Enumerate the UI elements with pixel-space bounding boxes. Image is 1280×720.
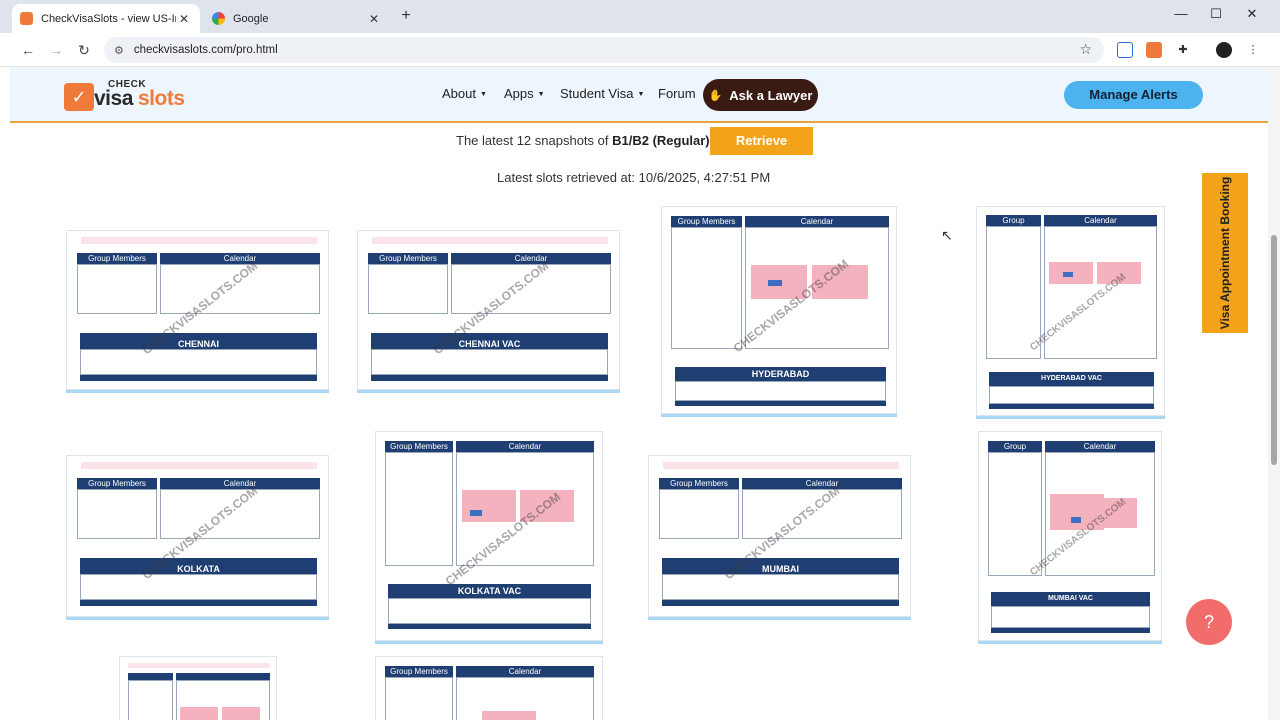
new-tab-button[interactable]: + xyxy=(396,6,416,26)
city-label: HYDERABAD xyxy=(675,367,886,381)
caret-down-icon: ▼ xyxy=(479,91,487,99)
site-logo[interactable]: ✓ CHECK visa slots xyxy=(64,79,186,113)
ask-a-lawyer-button[interactable]: ✋ Ask a Lawyer xyxy=(703,79,818,111)
calendar-header: Calendar xyxy=(745,216,889,227)
site-info-icon[interactable]: ⚙ xyxy=(114,44,124,57)
maximize-icon[interactable]: ☐ xyxy=(1201,6,1231,26)
caret-down-icon: ▼ xyxy=(537,91,545,99)
snapshot-card-partial-2[interactable]: Group Members Calendar xyxy=(375,656,603,720)
calendar-extension-icon[interactable] xyxy=(1146,42,1162,58)
snapshot-card-kolkata[interactable]: Group Members Calendar KOLKATA CHECKVISA… xyxy=(66,455,329,617)
calendar-header: Calendar xyxy=(456,441,594,452)
retrieve-button[interactable]: Retrieve xyxy=(710,127,813,155)
snapshot-heading: The latest 12 snapshots of B1/B2 (Regula… xyxy=(456,133,710,148)
calendar-header: Calendar xyxy=(1045,441,1155,452)
calendar-check-icon: ✓ xyxy=(64,83,94,111)
city-label: MUMBAI VAC xyxy=(991,592,1150,606)
back-icon[interactable]: ← xyxy=(18,40,38,60)
snapshot-card-chennai[interactable]: Group Members Calendar CHENNAI CHECKVISA… xyxy=(66,230,329,390)
window-close-icon[interactable]: ✕ xyxy=(1237,6,1267,26)
menu-kebab-icon[interactable]: ⋮ xyxy=(1245,42,1261,58)
group-members-header: Group Members xyxy=(77,478,157,489)
reload-icon[interactable]: ↻ xyxy=(74,40,94,60)
calendar-header: Calendar xyxy=(742,478,902,489)
cast-icon[interactable] xyxy=(1117,42,1133,58)
city-label: CHENNAI VAC xyxy=(371,333,608,349)
nav-about[interactable]: About ▼ xyxy=(442,86,487,101)
tab-google[interactable]: Google ✕ xyxy=(204,4,390,33)
tab-title: CheckVisaSlots - view US-India xyxy=(41,12,176,25)
extensions-puzzle-icon[interactable]: ✚ xyxy=(1175,42,1191,58)
browser-tab-bar: CheckVisaSlots - view US-India ✕ Google … xyxy=(0,0,1280,33)
mouse-cursor-icon: ↖ xyxy=(941,227,953,243)
calendar-header: Calendar xyxy=(451,253,611,264)
snapshot-card-mumbai-vac[interactable]: Group Members Calendar MUMBAI VAC CHECKV… xyxy=(978,431,1162,641)
handshake-icon: ✋ xyxy=(708,89,723,102)
snapshot-card-mumbai[interactable]: Group Members Calendar MUMBAI CHECKVISAS… xyxy=(648,455,911,617)
group-members-header: Group Members xyxy=(368,253,448,264)
group-members-header: Group Members xyxy=(659,478,739,489)
url-text: checkvisaslots.com/pro.html xyxy=(133,44,278,56)
calendar-header: Calendar xyxy=(160,478,320,489)
logo-slots-text: slots xyxy=(138,87,185,110)
city-label: CHENNAI xyxy=(80,333,317,349)
page-viewport: ✓ CHECK visa slots About ▼ Apps ▼ Student … xyxy=(10,67,1268,720)
group-members-header: Group Members xyxy=(385,666,453,677)
nav-forum[interactable]: Forum xyxy=(658,86,696,101)
calendar-header: Calendar xyxy=(456,666,594,677)
tab-title: Google xyxy=(233,12,269,25)
snapshot-card-kolkata-vac[interactable]: Group Members Calendar KOLKATA VAC CHECK… xyxy=(375,431,603,641)
browser-toolbar: ← → ↻ ⚙ checkvisaslots.com/pro.html ☆ ✚ … xyxy=(0,33,1280,67)
city-label: HYDERABAD VAC xyxy=(989,372,1154,386)
snapshot-card-partial-1[interactable] xyxy=(119,656,277,720)
calendar-header: Calendar xyxy=(1044,215,1157,226)
google-favicon-icon xyxy=(212,12,225,25)
bookmark-star-icon[interactable]: ☆ xyxy=(1079,41,1092,58)
retrieved-timestamp: Latest slots retrieved at: 10/6/2025, 4:… xyxy=(497,170,771,185)
page-scrollbar[interactable] xyxy=(1268,67,1280,720)
caret-down-icon: ▼ xyxy=(637,91,645,99)
scrollbar-thumb[interactable] xyxy=(1271,235,1277,465)
city-label: KOLKATA VAC xyxy=(388,584,591,598)
snapshot-card-chennai-vac[interactable]: Group Members Calendar CHENNAI VAC CHECK… xyxy=(357,230,620,390)
site-header: ✓ CHECK visa slots About ▼ Apps ▼ Student … xyxy=(10,67,1268,123)
group-members-header: Group Members xyxy=(671,216,742,227)
close-tab-icon[interactable]: ✕ xyxy=(366,12,382,26)
calendar-favicon-icon xyxy=(20,12,33,25)
group-members-header: Group Members xyxy=(385,441,453,452)
profile-avatar-icon[interactable] xyxy=(1216,42,1232,58)
forward-icon[interactable]: → xyxy=(46,40,66,60)
address-bar[interactable]: ⚙ checkvisaslots.com/pro.html ☆ xyxy=(104,37,1104,63)
nav-student-visa[interactable]: Student Visa ▼ xyxy=(560,86,644,101)
snapshot-card-hyderabad-vac[interactable]: Group Members Calendar HYDERABAD VAC CHE… xyxy=(976,206,1165,416)
tab-checkvisaslots[interactable]: CheckVisaSlots - view US-India ✕ xyxy=(12,4,200,33)
close-tab-icon[interactable]: ✕ xyxy=(176,12,192,26)
minimize-icon[interactable]: — xyxy=(1166,6,1196,26)
calendar-header: Calendar xyxy=(160,253,320,264)
city-label: MUMBAI xyxy=(662,558,899,574)
visa-type-label: B1/B2 (Regular) xyxy=(612,133,710,148)
visa-appointment-booking-tab[interactable]: Visa Appointment Booking xyxy=(1202,173,1248,333)
manage-alerts-button[interactable]: Manage Alerts xyxy=(1064,81,1203,109)
nav-apps[interactable]: Apps ▼ xyxy=(504,86,545,101)
city-label: KOLKATA xyxy=(80,558,317,574)
group-members-header: Group Members xyxy=(77,253,157,264)
logo-visa-text: visa xyxy=(94,87,133,110)
snapshot-card-hyderabad[interactable]: Group Members Calendar HYDERABAD CHECKVI… xyxy=(661,206,897,414)
help-button[interactable]: ? xyxy=(1186,599,1232,645)
